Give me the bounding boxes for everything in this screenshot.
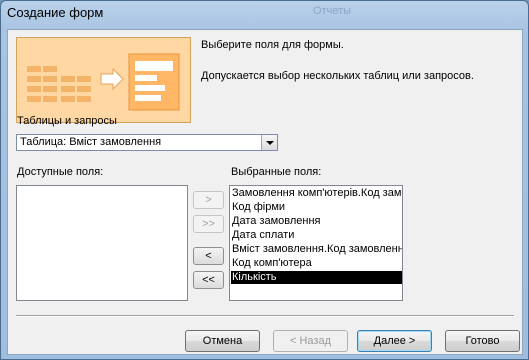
background-window-title: Отчеты [313, 5, 352, 17]
instruction-text: Выберите поля для формы. [201, 39, 344, 51]
remove-all-fields-button[interactable]: << [193, 271, 224, 289]
wizard-window: Создание форм Отчеты Выберите поля для ф… [0, 0, 529, 360]
combobox-value: Таблица: Вміст замовлення [20, 136, 162, 148]
hint-text: Допускается выбор нескольких таблиц или … [201, 70, 474, 82]
form-wizard-icon [17, 38, 190, 122]
add-all-fields-button[interactable]: >> [193, 215, 224, 233]
list-item[interactable]: Дата сплати [232, 229, 294, 242]
tables-queries-label: Таблицы и запросы [17, 115, 117, 127]
next-button[interactable]: Далее > [357, 330, 432, 352]
tables-queries-combobox[interactable]: Таблица: Вміст замовлення [16, 134, 278, 151]
cancel-button[interactable]: Отмена [185, 330, 260, 352]
list-item-selected[interactable]: Кількість [231, 271, 402, 284]
wizard-client-area: Выберите поля для формы. Допускается выб… [7, 29, 523, 355]
list-item[interactable]: Дата замовлення [232, 215, 321, 228]
list-item[interactable]: Код фірми [232, 201, 285, 214]
available-fields-label: Доступные поля: [17, 166, 104, 178]
list-item[interactable]: Код комп'ютера [232, 257, 312, 270]
form-wizard-illustration [16, 37, 191, 123]
chevron-down-icon[interactable] [261, 135, 277, 150]
add-field-button[interactable]: > [193, 191, 224, 209]
selected-fields-list[interactable]: Замовлення комп'ютерів.Код замо Код фірм… [229, 185, 403, 301]
footer-divider [16, 315, 514, 317]
selected-fields-label: Выбранные поля: [231, 166, 322, 178]
back-button[interactable]: < Назад [273, 330, 348, 352]
list-item[interactable]: Замовлення комп'ютерів.Код замо [232, 187, 402, 200]
window-title: Создание форм [7, 5, 104, 20]
available-fields-list[interactable] [16, 185, 188, 301]
list-item[interactable]: Вміст замовлення.Код замовлення [232, 243, 402, 256]
finish-button[interactable]: Готово [445, 330, 520, 352]
remove-field-button[interactable]: < [193, 247, 224, 265]
